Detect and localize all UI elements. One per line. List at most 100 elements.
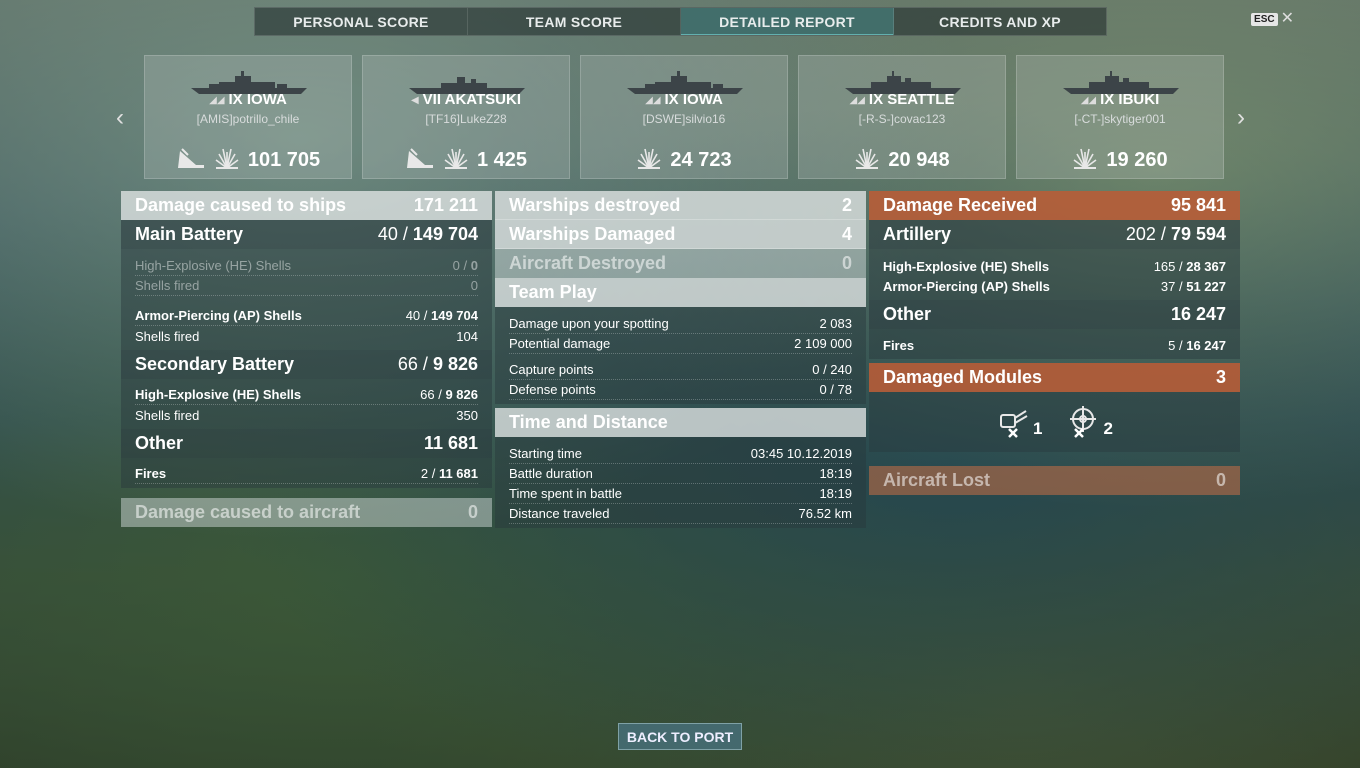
warships-damaged-header: Warships Damaged 4 <box>495 220 866 249</box>
defense-points-row: Defense points 0 / 78 <box>509 380 852 400</box>
team-play-details: Damage upon your spotting 2 083 Potentia… <box>495 307 866 404</box>
main-ap-fired-label: Shells fired <box>135 328 200 344</box>
defense-points-label: Defense points <box>509 382 596 397</box>
ship-name: ◀ VII AKATSUKI <box>363 91 569 108</box>
aircraft-destroyed-value: 0 <box>841 253 852 273</box>
damage-caused-label: Damage caused to ships <box>135 195 347 215</box>
secondary-battery-label: Secondary Battery <box>135 354 295 374</box>
back-to-port-button[interactable]: BACK TO PORT <box>618 723 742 750</box>
ship-damage-value: 101 705 <box>247 149 321 171</box>
main-battery-details: High-Explosive (HE) Shells 0 / 0 Shells … <box>121 249 492 350</box>
time-spent-value: 18:19 <box>819 486 852 501</box>
main-he-row: High-Explosive (HE) Shells 0 / 0 <box>135 256 478 276</box>
ship-card[interactable]: ◀ VII AKATSUKI [TF16]LukeZ28 1 425 <box>362 55 570 179</box>
esc-key-label: ESC <box>1251 12 1278 26</box>
battle-duration-row: Battle duration 18:19 <box>509 464 852 484</box>
tab-credits-and-xp[interactable]: CREDITS AND XP <box>894 8 1106 35</box>
damaged-modules-list: 1 2 <box>869 392 1240 452</box>
spotting-value: 2 083 <box>819 316 852 331</box>
aircraft-lost-label: Aircraft Lost <box>883 470 991 490</box>
starting-time-value: 03:45 10.12.2019 <box>750 446 852 461</box>
secondary-fired-label: Shells fired <box>135 407 200 423</box>
main-ap-label: Armor-Piercing (AP) Shells <box>135 308 302 323</box>
ship-card[interactable]: ◢◢ IX SEATTLE [-R-S-]covac123 20 948 <box>798 55 1006 179</box>
ship-damage-value: 1 425 <box>476 149 528 171</box>
secondary-he-hits: 66 / <box>420 387 442 402</box>
carousel-prev-arrow[interactable]: ‹ <box>110 104 130 132</box>
ship-damage-value: 20 948 <box>888 149 950 171</box>
received-ap-label: Armor-Piercing (AP) Shells <box>883 278 1050 294</box>
aircraft-destroyed-header: Aircraft Destroyed 0 <box>495 249 866 278</box>
turret-module-count: 1 <box>1033 419 1043 438</box>
received-ap-row: Armor-Piercing (AP) Shells 37 / 51 227 <box>883 276 1226 296</box>
capture-points-label: Capture points <box>509 362 594 377</box>
damage-received-header: Damage Received 95 841 <box>869 191 1240 220</box>
player-name: [TF16]LukeZ28 <box>425 112 507 126</box>
damage-received-panel: Damage Received 95 841 Artillery 202 / 7… <box>869 191 1240 495</box>
received-he-hits: 165 / <box>1153 258 1183 274</box>
carousel-next-arrow[interactable]: › <box>1231 104 1251 132</box>
received-ap-value: 51 227 <box>1186 278 1226 294</box>
ship-name: ◢◢ IX IBUKI <box>1017 91 1223 108</box>
tab-team-score[interactable]: TEAM SCORE <box>468 8 681 35</box>
main-ap-fired-value: 104 <box>456 328 478 344</box>
battleship-class-icon: ◢◢ <box>209 95 225 106</box>
main-he-hits: 0 / <box>452 258 468 273</box>
main-battery-label: Main Battery <box>135 224 244 244</box>
warships-damaged-label: Warships Damaged <box>509 223 676 244</box>
secondary-battery-details: High-Explosive (HE) Shells 66 / 9 826 Sh… <box>121 379 492 429</box>
other-damage-header: Other 11 681 <box>121 429 492 458</box>
aircraft-lost-value: 0 <box>1215 470 1226 490</box>
received-fires-value: 16 247 <box>1186 337 1226 353</box>
defense-points-value: 0 / 78 <box>819 382 852 397</box>
starting-time-label: Starting time <box>509 446 582 461</box>
received-he-value: 28 367 <box>1186 258 1226 274</box>
warships-damaged-value: 4 <box>841 223 852 244</box>
fires-caused-hits: 2 / <box>420 466 436 481</box>
starting-time-row: Starting time 03:45 10.12.2019 <box>509 444 852 464</box>
ship-damage-value: 19 260 <box>1106 149 1168 171</box>
close-icon: ✕ <box>1280 10 1294 27</box>
damage-caused-header: Damage caused to ships 171 211 <box>121 191 492 220</box>
main-he-fired-value: 0 <box>470 278 478 293</box>
ship-name-text: VII AKATSUKI <box>422 91 522 108</box>
secondary-he-value: 9 826 <box>445 387 478 402</box>
damage-received-value: 95 841 <box>1170 195 1226 215</box>
damage-aircraft-header: Damage caused to aircraft 0 <box>121 498 492 527</box>
aircraft-lost-header: Aircraft Lost 0 <box>869 466 1240 495</box>
main-ap-value: 149 704 <box>431 308 478 323</box>
ship-damage: 101 705 <box>145 146 351 175</box>
battle-summary-panel: Warships destroyed 2 Warships Damaged 4 … <box>495 191 866 528</box>
time-spent-label: Time spent in battle <box>509 486 622 501</box>
other-damage-label: Other <box>135 433 184 453</box>
main-ap-row: Armor-Piercing (AP) Shells 40 / 149 704 <box>135 306 478 326</box>
main-ap-fired-row: Shells fired 104 <box>135 326 478 346</box>
received-fires-hits: 5 / <box>1168 337 1183 353</box>
ship-card[interactable]: ◢◢ IX IOWA [DSWE]silvio16 24 723 <box>580 55 788 179</box>
ship-card[interactable]: ◢◢ IX IOWA [AMIS]potrillo_chile 101 705 <box>144 55 352 179</box>
time-spent-row: Time spent in battle 18:19 <box>509 484 852 504</box>
main-battery-value: 149 704 <box>412 224 478 244</box>
close-button[interactable]: ESC ✕ <box>1251 11 1294 27</box>
received-ap-hits: 37 / <box>1160 278 1183 294</box>
main-ap-hits: 40 / <box>405 308 428 323</box>
secondary-battery-value: 9 826 <box>432 354 478 374</box>
capture-points-row: Capture points 0 / 240 <box>509 360 852 380</box>
distance-value: 76.52 km <box>798 506 852 521</box>
ship-card[interactable]: ◢◢ IX IBUKI [-CT-]skytiger001 19 260 <box>1016 55 1224 179</box>
player-name: [AMIS]potrillo_chile <box>196 112 300 126</box>
secondary-he-row: High-Explosive (HE) Shells 66 / 9 826 <box>135 385 478 405</box>
artillery-hits: 202 / <box>1125 224 1166 244</box>
distance-row: Distance traveled 76.52 km <box>509 504 852 524</box>
destroyer-class-icon: ◀ <box>410 95 419 106</box>
spotting-label: Damage upon your spotting <box>509 316 669 331</box>
time-distance-label: Time and Distance <box>509 412 668 432</box>
tab-personal-score[interactable]: PERSONAL SCORE <box>255 8 468 35</box>
artillery-details: High-Explosive (HE) Shells 165 / 28 367 … <box>869 249 1240 300</box>
ship-name: ◢◢ IX IOWA <box>581 91 787 108</box>
tab-detailed-report[interactable]: DETAILED REPORT <box>681 8 894 35</box>
module-steering: 2 <box>1065 405 1113 439</box>
distance-label: Distance traveled <box>509 506 610 521</box>
damage-aircraft-value: 0 <box>467 502 478 522</box>
team-play-label: Team Play <box>509 282 597 302</box>
